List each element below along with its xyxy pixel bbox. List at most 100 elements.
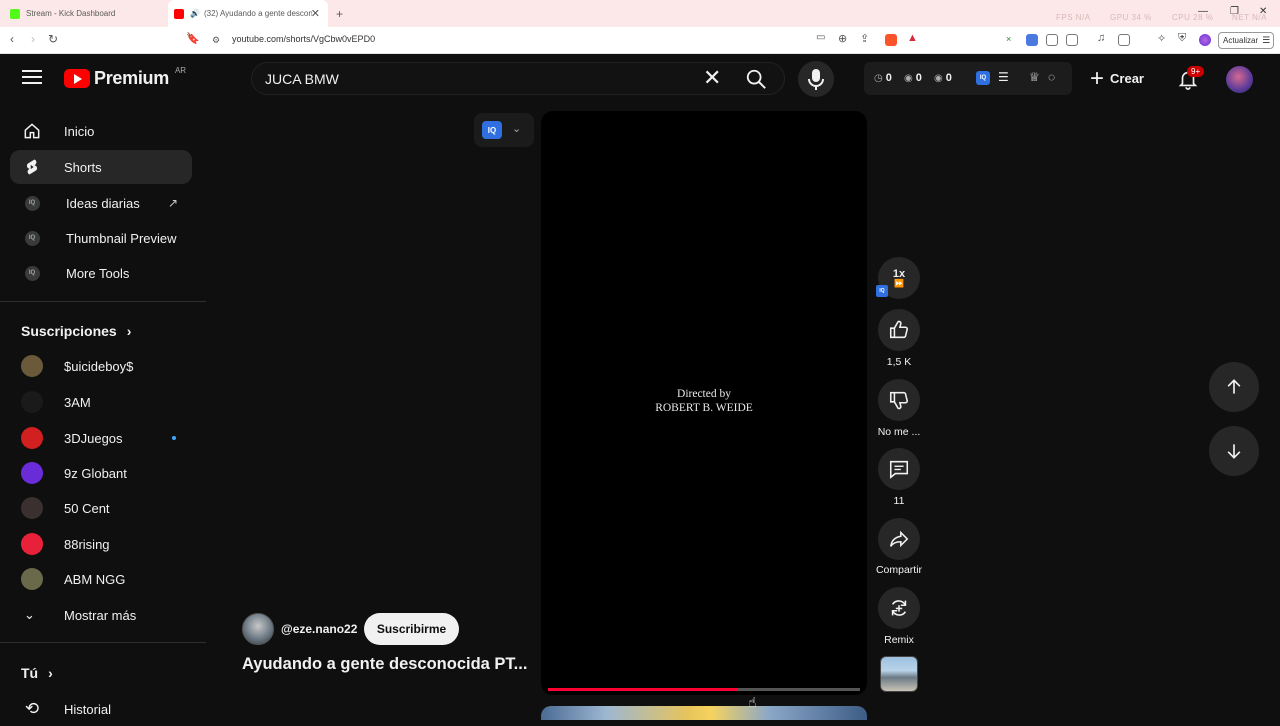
chevron-right-icon: › xyxy=(126,323,132,339)
remix-button[interactable] xyxy=(878,587,920,629)
eye-icon: ◉ xyxy=(934,72,943,84)
stat-value: 0 xyxy=(915,72,922,84)
iq-icon: IQ xyxy=(22,193,42,213)
iq-toggle-button[interactable]: IQ ⌄ xyxy=(474,113,534,147)
extensions-icon[interactable] xyxy=(1046,34,1058,46)
list-icon[interactable]: ☰ xyxy=(998,70,1009,84)
progress-bar[interactable] xyxy=(548,688,860,691)
sidebar-item-inicio[interactable]: Inicio xyxy=(10,114,192,148)
profile-icon[interactable] xyxy=(1199,34,1211,46)
update-button[interactable]: Actualizar ☰ xyxy=(1218,32,1274,49)
sub-item-3djuegos[interactable]: 3DJuegos xyxy=(10,421,192,455)
history-icon: ⟲ xyxy=(24,699,40,718)
gpu-readout: GPU 34 % xyxy=(1110,13,1152,22)
stat-eye-off: ◉ 0 xyxy=(904,72,922,84)
iq-icon: IQ xyxy=(876,285,888,297)
leo-icon[interactable]: ✧ xyxy=(1157,32,1166,45)
sub-item-9z-globant[interactable]: 9z Globant xyxy=(10,456,192,490)
site-info-icon[interactable]: ⚙ xyxy=(212,35,220,46)
sidebar-item-shorts[interactable]: Shorts xyxy=(10,150,192,184)
plus-icon: + xyxy=(1090,64,1105,92)
chat-icon[interactable]: ◌ xyxy=(1048,70,1055,84)
iq-icon[interactable]: IQ xyxy=(976,71,990,85)
sidebar-item-more-tools[interactable]: IQ More Tools xyxy=(10,256,192,290)
bookmark-icon[interactable]: 🔖 xyxy=(186,32,200,45)
subscribe-button[interactable]: Suscribirme xyxy=(364,613,459,645)
sidebar-divider xyxy=(0,301,206,302)
sidebar-divider xyxy=(0,642,206,643)
share-button[interactable] xyxy=(878,518,920,560)
previous-short-button[interactable] xyxy=(1209,362,1259,412)
video-title[interactable]: Ayudando a gente desconocida PT... xyxy=(242,655,527,674)
country-code: AR xyxy=(174,66,187,75)
search-input[interactable] xyxy=(265,69,685,89)
eye-off-icon: ◉ xyxy=(904,72,913,84)
minimize-icon[interactable]: — xyxy=(1198,6,1208,17)
media-icon[interactable]: ♫ xyxy=(1097,32,1105,44)
restore-icon[interactable]: ❐ xyxy=(1230,6,1239,17)
translate-icon[interactable] xyxy=(1026,34,1038,46)
channel-avatar xyxy=(21,462,43,484)
chevron-right-icon: › xyxy=(48,665,53,681)
browser-tab-youtube[interactable]: 🔊 (32) Ayudando a gente descon ✕ xyxy=(168,0,328,27)
sidebar-item-ideas-diarias[interactable]: IQ Ideas diarias ↗ xyxy=(10,186,192,220)
like-button[interactable] xyxy=(878,309,920,351)
back-icon[interactable]: ‹ xyxy=(10,32,14,46)
create-button[interactable]: + Crear xyxy=(1090,63,1144,94)
browser-toolbar: ‹ › ↻ 🔖 ⚙ youtube.com/shorts/VgCbw0vEPD0… xyxy=(0,27,1280,54)
youtube-favicon-icon xyxy=(174,8,184,19)
sidebar: Inicio Shorts IQ Ideas diarias ↗ IQ Thum… xyxy=(0,112,206,720)
comments-button[interactable] xyxy=(878,448,920,490)
forward-icon[interactable]: › xyxy=(31,32,35,46)
guide-menu-button[interactable] xyxy=(22,70,42,86)
brave-shield-icon[interactable] xyxy=(885,34,897,46)
subscriptions-heading[interactable]: Suscripciones › xyxy=(21,323,131,339)
sidebar-item-label: Ideas diarias xyxy=(66,195,140,211)
show-more-label: Mostrar más xyxy=(64,607,137,623)
sub-item-50-cent[interactable]: 50 Cent xyxy=(10,491,192,525)
next-short-preview[interactable] xyxy=(541,706,867,720)
you-heading[interactable]: Tú › xyxy=(21,665,53,681)
sub-item-abm-ngg[interactable]: ABM NGG xyxy=(10,562,192,596)
reload-icon[interactable]: ↻ xyxy=(48,32,58,46)
sidebar-toggle-icon[interactable] xyxy=(1118,34,1130,46)
dislike-button[interactable] xyxy=(878,379,920,421)
share-page-icon[interactable]: ⇪ xyxy=(860,32,869,45)
ext-x-icon[interactable]: × xyxy=(1006,34,1018,46)
search-icon[interactable] xyxy=(745,68,767,90)
thumbs-down-icon xyxy=(889,391,909,410)
close-window-icon[interactable]: ✕ xyxy=(1259,6,1267,17)
sub-name: $uicideboy$ xyxy=(64,358,134,374)
fps-readout: FPS N/A xyxy=(1056,13,1091,22)
sidebar-item-thumbnail-preview[interactable]: IQ Thumbnail Preview xyxy=(10,221,192,255)
sub-item-88rising[interactable]: 88rising xyxy=(10,527,192,561)
share-icon xyxy=(889,530,909,548)
sub-item-suicideboys[interactable]: $uicideboy$ xyxy=(10,349,192,383)
sidebar-item-historial[interactable]: ⟲ Historial xyxy=(10,692,192,726)
brave-rewards-icon[interactable]: ▲ xyxy=(907,32,918,44)
arrow-up-icon xyxy=(1227,379,1241,394)
browser-tab-kick[interactable]: Stream - Kick Dashboard xyxy=(6,0,168,27)
sound-thumbnail[interactable] xyxy=(880,656,918,692)
close-tab-icon[interactable]: ✕ xyxy=(311,7,320,20)
channel-name[interactable]: @eze.nano22 xyxy=(281,622,357,636)
show-more-button[interactable]: ⌄ Mostrar más xyxy=(10,598,192,632)
video-frame-text: Directed by ROBERT B. WEIDE xyxy=(541,387,867,415)
clear-search-icon[interactable]: ✕ xyxy=(703,67,721,89)
channel-avatar[interactable] xyxy=(242,613,274,645)
sub-item-3am[interactable]: 3AM xyxy=(10,385,192,419)
speaker-icon: 🔊 xyxy=(190,9,200,18)
shorts-player[interactable]: Directed by ROBERT B. WEIDE xyxy=(541,111,867,695)
youtube-logo[interactable]: Premium AR xyxy=(64,66,187,89)
ext-tools-icon[interactable] xyxy=(1066,34,1078,46)
new-tab-button[interactable]: + xyxy=(336,0,343,27)
chevron-down-icon: ⌄ xyxy=(512,123,522,135)
account-avatar[interactable] xyxy=(1226,66,1253,93)
trophy-icon[interactable]: ♕ xyxy=(1029,70,1040,84)
next-short-button[interactable] xyxy=(1209,426,1259,476)
zoom-icon[interactable]: ⊕ xyxy=(838,32,847,45)
address-bar[interactable]: youtube.com/shorts/VgCbw0vEPD0 xyxy=(232,34,375,44)
vpn-icon[interactable]: ⛨ xyxy=(1178,32,1186,45)
cast-icon[interactable]: ▭ xyxy=(816,32,825,43)
voice-search-button[interactable] xyxy=(798,61,834,97)
